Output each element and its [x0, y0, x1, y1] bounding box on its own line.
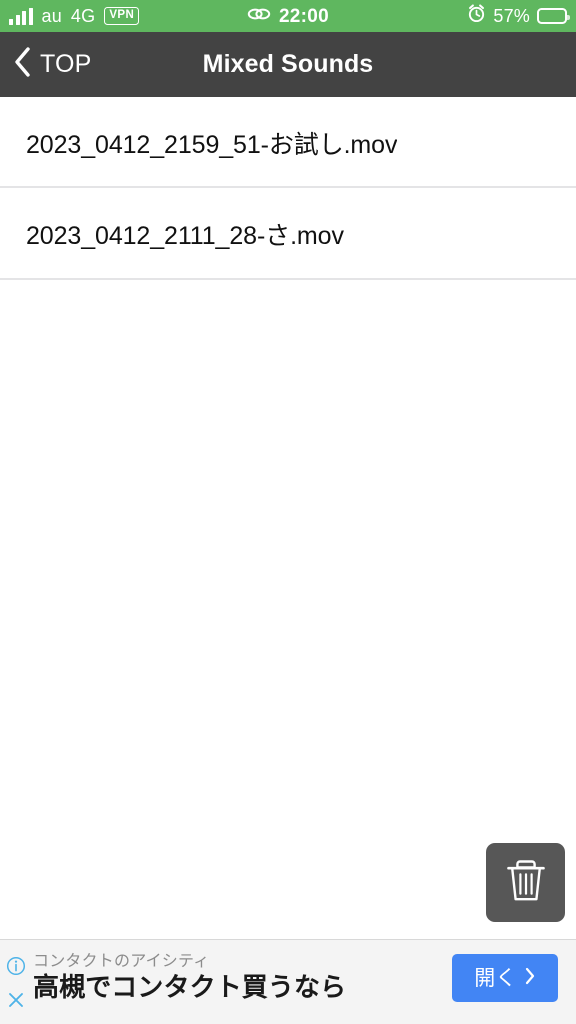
network-type-label: 4G: [70, 6, 96, 26]
signal-bars-icon: [9, 7, 33, 25]
list-item-label: 2023_0412_2159_51-お試し.mov: [26, 130, 398, 159]
ad-advertiser-label: コンタクトのアイシティ: [33, 953, 210, 970]
ad-text-block: コンタクトのアイシティ 高槻でコンタクト買うなら: [33, 952, 346, 1003]
vpn-badge: VPN: [104, 6, 139, 26]
status-bar-right: 57%: [467, 4, 570, 28]
chain-link-icon: [247, 5, 271, 28]
close-x-icon[interactable]: [6, 990, 26, 1015]
battery-percent-label: 57%: [493, 6, 530, 26]
trash-icon: [504, 856, 548, 909]
info-circle-icon[interactable]: [6, 956, 26, 981]
carrier-label: au: [41, 6, 62, 26]
status-bar-left: au 4G VPN: [0, 6, 139, 26]
ad-headline-label: 高槻でコンタクト買うなら: [33, 972, 347, 1003]
delete-button[interactable]: [486, 843, 565, 922]
ad-banner[interactable]: コンタクトのアイシティ 高槻でコンタクト買うなら 開く: [0, 939, 576, 1024]
ad-cta-label: 開く: [474, 966, 517, 990]
navigation-header: TOP Mixed Sounds: [0, 32, 576, 97]
clock-label: 22:00: [278, 5, 330, 27]
file-list: 2023_0412_2159_51-お試し.mov 2023_0412_2111…: [0, 97, 576, 280]
ad-cta-button[interactable]: 開く: [452, 954, 558, 1002]
list-item[interactable]: 2023_0412_2111_28-さ.mov: [0, 188, 576, 280]
back-button[interactable]: TOP: [0, 32, 92, 97]
alarm-clock-icon: [467, 4, 486, 28]
battery-icon: [537, 8, 570, 24]
ad-controls: [2, 950, 30, 1020]
chevron-left-icon: [14, 47, 31, 82]
status-bar: au 4G VPN 22:00 57%: [0, 0, 576, 32]
back-button-label: TOP: [40, 50, 92, 78]
chevron-right-icon: [524, 966, 536, 991]
list-item-label: 2023_0412_2111_28-さ.mov: [26, 222, 344, 250]
list-item[interactable]: 2023_0412_2159_51-お試し.mov: [0, 97, 576, 188]
